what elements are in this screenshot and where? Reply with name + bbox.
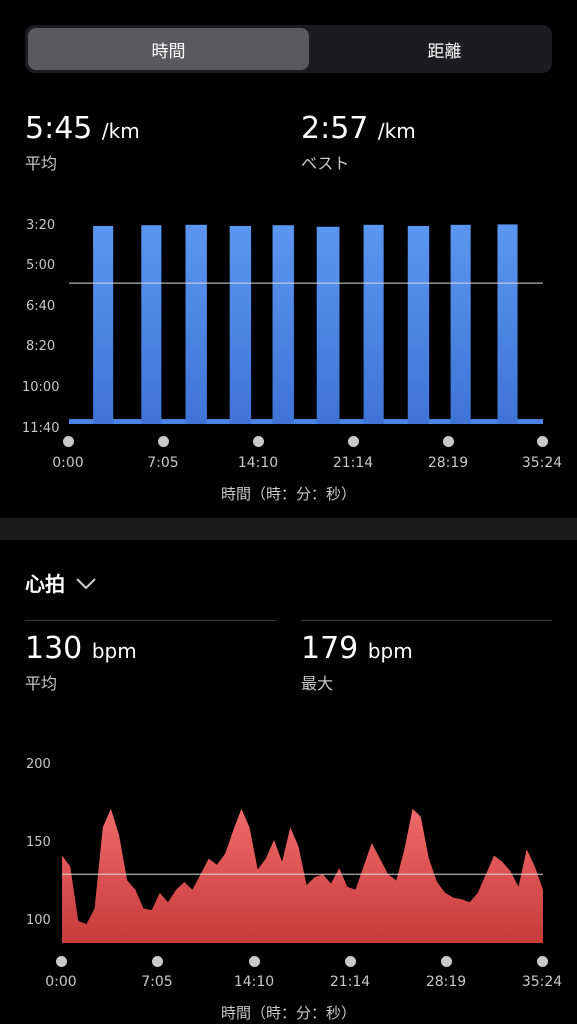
- hr-x-tick: 35:24: [521, 974, 563, 990]
- hr-y-tick: 200: [26, 757, 51, 772]
- hr-x-marker: [249, 956, 260, 967]
- hr-x-tick: 28:19: [425, 974, 467, 990]
- hr-x-tick: 0:00: [45, 974, 77, 990]
- hr-x-marker: [56, 956, 67, 967]
- heart-rate-area: [62, 808, 543, 943]
- hr-x-marker: [152, 956, 163, 967]
- heart-rate-chart-svg: [62, 808, 543, 943]
- hr-x-marker: [441, 956, 452, 967]
- hr-y-tick: 100: [26, 913, 51, 928]
- hr-x-tick: 21:14: [329, 974, 371, 990]
- hr-x-tick: 14:10: [233, 974, 275, 990]
- hr-x-marker: [345, 956, 356, 967]
- hr-x-tick: 7:05: [141, 974, 173, 990]
- hr-x-axis-title: 時間（時：分：秒）: [220, 1004, 356, 1022]
- hr-y-tick: 150: [26, 835, 51, 850]
- hr-x-marker: [537, 956, 548, 967]
